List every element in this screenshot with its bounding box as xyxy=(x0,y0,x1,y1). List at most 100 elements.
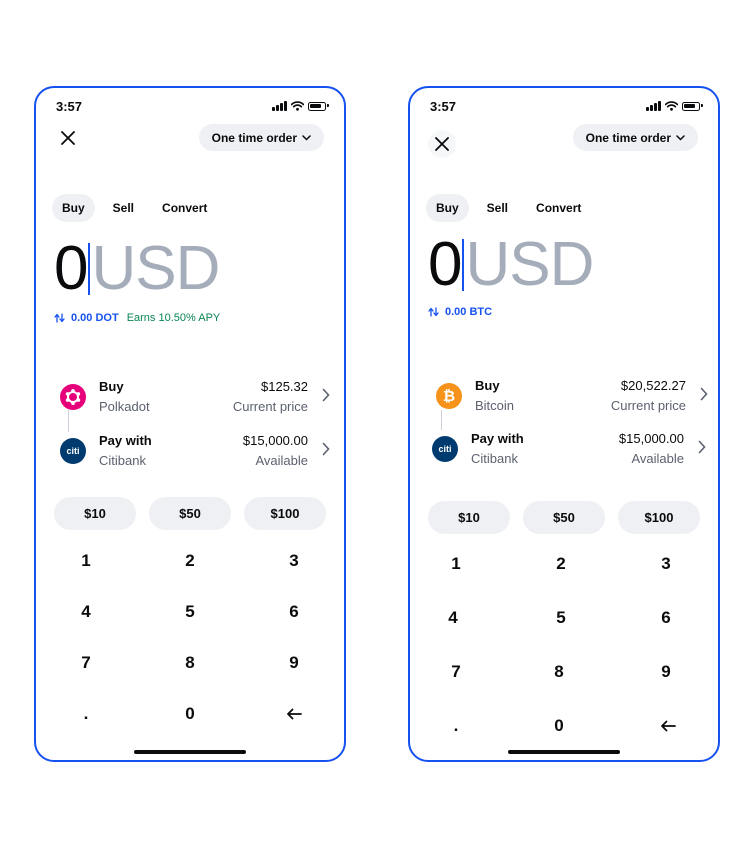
tab-sell[interactable]: Sell xyxy=(477,194,518,222)
conversion-value: 0.00 BTC xyxy=(445,306,493,318)
key-5[interactable]: 5 xyxy=(526,598,596,638)
key-2[interactable]: 2 xyxy=(526,544,596,584)
chevron-right-icon xyxy=(322,442,330,456)
battery-icon xyxy=(682,101,703,111)
tab-sell[interactable]: Sell xyxy=(103,194,144,222)
preset-amounts: $10 $50 $100 xyxy=(428,501,700,534)
chevron-down-icon xyxy=(302,134,311,141)
key-4[interactable]: 4 xyxy=(418,598,488,638)
citibank-logo-text: citi xyxy=(66,446,80,456)
key-9[interactable]: 9 xyxy=(259,643,329,683)
key-0[interactable]: 0 xyxy=(155,694,225,734)
key-7[interactable]: 7 xyxy=(51,643,121,683)
buy-label: Buy xyxy=(99,379,124,394)
backspace-key[interactable] xyxy=(259,694,329,734)
tab-convert[interactable]: Convert xyxy=(526,194,591,222)
swap-arrows-icon xyxy=(54,313,65,323)
preset-amounts: $10 $50 $100 xyxy=(54,497,326,530)
cellular-signal-icon xyxy=(272,101,287,111)
chevron-right-icon xyxy=(700,387,708,401)
amount-currency: USD xyxy=(91,234,220,303)
tab-buy[interactable]: Buy xyxy=(52,194,95,222)
key-7[interactable]: 7 xyxy=(421,652,491,692)
key-8[interactable]: 8 xyxy=(155,643,225,683)
wifi-icon xyxy=(291,101,304,111)
swap-arrows-icon xyxy=(428,307,439,317)
buy-label: Buy xyxy=(475,378,500,393)
asset-price-note: Current price xyxy=(610,398,686,413)
conversion-value: 0.00 DOT xyxy=(71,312,119,324)
bank-balance-note: Available xyxy=(631,451,684,466)
asset-price: $20,522.27 xyxy=(620,378,686,393)
preset-100-button[interactable]: $100 xyxy=(618,501,700,534)
phone-screen-polkadot: 3:57 One time order Buy Sell Convert 0 U… xyxy=(34,86,346,762)
citibank-icon: citi xyxy=(60,438,86,464)
pay-with-row[interactable]: citi Pay with Citibank $15,000.00 Availa… xyxy=(428,428,706,472)
backspace-arrow-icon xyxy=(287,708,302,720)
asset-name: Bitcoin xyxy=(475,398,515,413)
key-2[interactable]: 2 xyxy=(155,541,225,581)
preset-10-button[interactable]: $10 xyxy=(428,501,510,534)
key-8[interactable]: 8 xyxy=(524,652,594,692)
backspace-arrow-icon xyxy=(661,720,676,732)
pay-with-row[interactable]: citi Pay with Citibank $15,000.00 Availa… xyxy=(56,430,330,474)
buy-asset-row[interactable]: ₿ Buy Bitcoin $20,522.27 Current price xyxy=(432,375,708,419)
citibank-icon: citi xyxy=(432,436,458,462)
key-1[interactable]: 1 xyxy=(51,541,121,581)
text-cursor xyxy=(462,239,465,291)
pay-with-label: Pay with xyxy=(99,433,152,448)
tab-convert[interactable]: Convert xyxy=(152,194,217,222)
bank-balance: $15,000.00 xyxy=(618,431,684,446)
tab-buy[interactable]: Buy xyxy=(426,194,469,222)
close-button[interactable] xyxy=(56,126,80,150)
key-3[interactable]: 3 xyxy=(259,541,329,581)
cellular-signal-icon xyxy=(646,101,661,111)
key-0[interactable]: 0 xyxy=(524,706,594,746)
status-time: 3:57 xyxy=(430,99,457,114)
preset-100-button[interactable]: $100 xyxy=(244,497,326,530)
preset-10-button[interactable]: $10 xyxy=(54,497,136,530)
bitcoin-icon: ₿ xyxy=(436,383,462,409)
asset-name: Polkadot xyxy=(99,399,150,414)
key-6[interactable]: 6 xyxy=(259,592,329,632)
close-icon xyxy=(61,131,75,145)
key-3[interactable]: 3 xyxy=(631,544,701,584)
amount-currency: USD xyxy=(465,230,594,299)
backspace-key[interactable] xyxy=(633,706,703,746)
key-decimal[interactable]: . xyxy=(421,706,491,746)
bank-balance-note: Available xyxy=(255,453,308,468)
home-indicator xyxy=(134,750,246,754)
key-1[interactable]: 1 xyxy=(421,544,491,584)
key-decimal[interactable]: . xyxy=(51,694,121,734)
buy-asset-row[interactable]: Buy Polkadot $125.32 Current price xyxy=(56,376,330,420)
key-5[interactable]: 5 xyxy=(155,592,225,632)
amount-display: 0 USD xyxy=(428,230,594,299)
key-4[interactable]: 4 xyxy=(51,592,121,632)
pay-with-label: Pay with xyxy=(471,431,524,446)
order-type-dropdown[interactable]: One time order xyxy=(198,124,324,151)
polkadot-icon xyxy=(60,384,86,410)
preset-50-button[interactable]: $50 xyxy=(523,501,605,534)
asset-price: $125.32 xyxy=(261,379,308,394)
close-button[interactable] xyxy=(428,130,456,158)
home-indicator xyxy=(508,750,620,754)
preset-50-button[interactable]: $50 xyxy=(149,497,231,530)
key-6[interactable]: 6 xyxy=(631,598,701,638)
conversion-row[interactable]: 0.00 BTC xyxy=(428,306,492,318)
status-icons xyxy=(646,101,703,111)
trade-tabs: Buy Sell Convert xyxy=(52,194,225,222)
citibank-logo-text: citi xyxy=(438,444,452,454)
amount-value: 0 xyxy=(54,234,88,303)
phone-screen-bitcoin: 3:57 One time order Buy Sell Convert 0 U… xyxy=(408,86,720,762)
chevron-right-icon xyxy=(698,440,706,454)
order-type-label: One time order xyxy=(211,130,297,145)
order-type-dropdown[interactable]: One time order xyxy=(572,124,698,151)
trade-tabs: Buy Sell Convert xyxy=(426,194,599,222)
bitcoin-symbol: ₿ xyxy=(442,387,456,405)
text-cursor xyxy=(88,243,91,295)
chevron-down-icon xyxy=(676,134,685,141)
bank-balance: $15,000.00 xyxy=(242,433,308,448)
key-9[interactable]: 9 xyxy=(631,652,701,692)
conversion-row[interactable]: 0.00 DOT Earns 10.50% APY xyxy=(54,312,220,324)
asset-price-note: Current price xyxy=(232,399,308,414)
